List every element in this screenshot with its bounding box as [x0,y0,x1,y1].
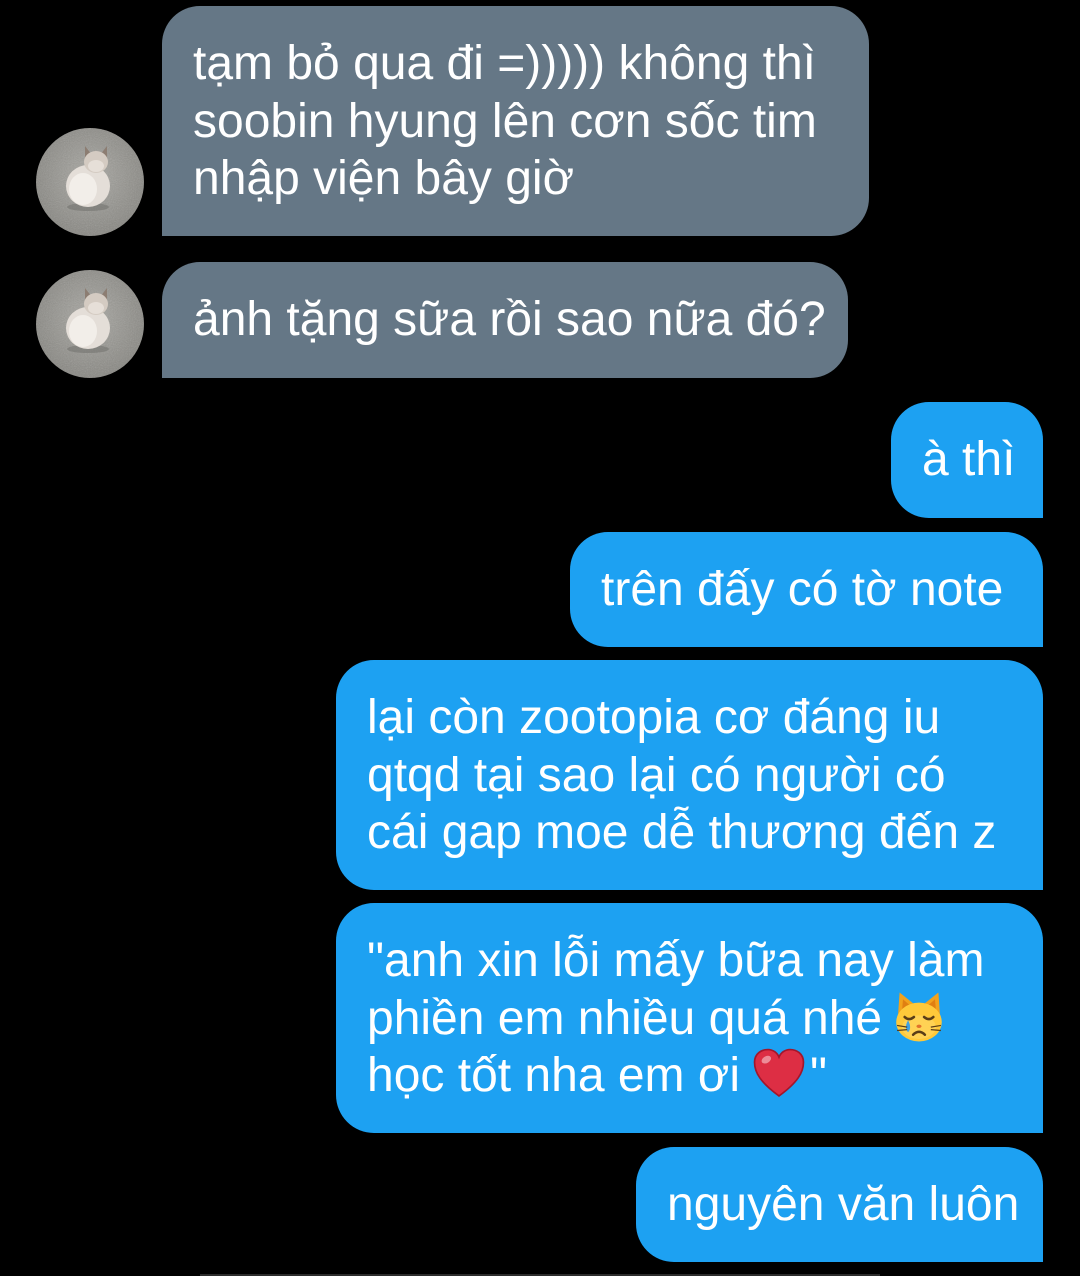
message-text: "anh xin lỗi mấy bữa nay làm [367,934,985,987]
received-message-bubble[interactable]: tạm bỏ qua đi =))))) không thì soobin hy… [162,6,869,236]
message-line: nhập viện bây giờ [193,152,575,205]
cat-avatar-icon [36,128,144,236]
sent-message-bubble[interactable]: à thì [891,402,1043,518]
sent-message-bubble[interactable]: lại còn zootopia cơ đáng iu qtqd tại sao… [336,660,1043,890]
message-line: nguyên văn luôn [667,1178,1020,1231]
message-line: qtqd tại sao lại có người có [367,748,946,802]
sent-message-bubble[interactable]: nguyên văn luôn [636,1147,1043,1262]
sent-message-bubble[interactable]: "anh xin lỗi mấy bữa nay làm phiền em nh… [336,903,1043,1133]
sender-avatar[interactable] [36,270,144,378]
message-line: "anh xin lỗi mấy bữa nay làm [367,932,1043,990]
crying-cat-face-icon [892,990,946,1044]
red-heart-icon [752,1047,806,1101]
message-line: ảnh tặng sữa rồi sao nữa đó? [193,293,826,346]
message-line: phiền em nhiều quá nhé [367,990,1043,1048]
message-text: học tốt nha em ơi [367,1049,741,1102]
message-line: tạm bỏ qua đi =))))) không thì [193,37,816,90]
message-line: soobin hyung lên cơn sốc tim [193,94,817,148]
sent-message-bubble[interactable]: trên đấy có tờ note [570,532,1043,647]
message-text: phiền em nhiều quá nhé [367,991,883,1045]
message-line: trên đấy có tờ note [601,563,1004,616]
message-line: lại còn zootopia cơ đáng iu [367,691,941,744]
message-text: " [810,1049,828,1102]
received-message-bubble[interactable]: ảnh tặng sữa rồi sao nữa đó? [162,262,848,378]
sender-avatar[interactable] [36,128,144,236]
message-line: học tốt nha em ơi " [367,1047,1043,1105]
message-line: à thì [922,433,1016,486]
cat-avatar-icon [36,270,144,378]
chat-screen: tạm bỏ qua đi =))))) không thì soobin hy… [0,0,1080,1276]
message-line: cái gap moe dễ thương đến z [367,806,997,859]
